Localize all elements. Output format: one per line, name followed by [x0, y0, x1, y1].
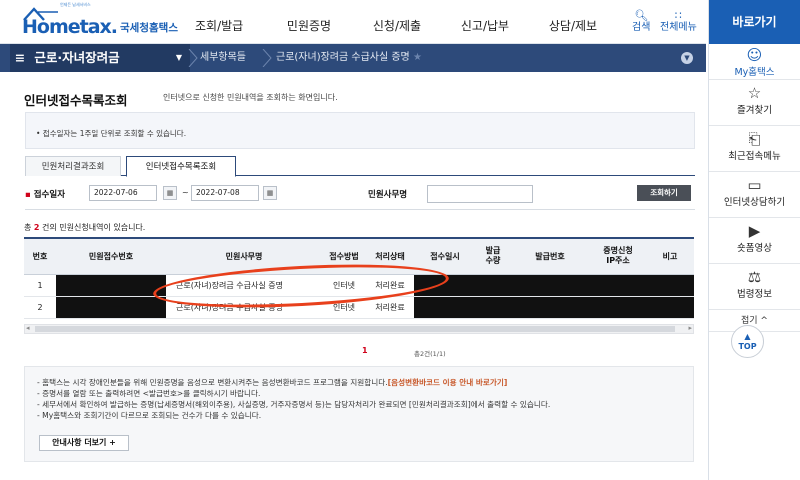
grid-icon: ∷ — [674, 9, 682, 22]
logo-tagline: 언제든 납세서비스 — [60, 2, 91, 7]
quick-menu: 바로가기 ☺ My홈택스 ☆ 즐겨찾기 ⎗ 최근접속메뉴 ▭ 인터넷상담하기 ▶… — [708, 0, 800, 480]
gnb-item-certificate[interactable]: 민원증명 — [265, 0, 353, 44]
caret-down-icon: ▼ — [175, 53, 182, 62]
top-label: TOP — [738, 342, 757, 351]
pagination-info: 총2건(1/1) — [414, 350, 446, 358]
tab-internet-receipt-list[interactable]: 인터넷접수목록조회 — [126, 156, 236, 177]
column-header: 증명신청 IP주소 — [590, 237, 646, 275]
top-header: 언제든 납세서비스 Hometax. 국세청홈택스 조회/발급 민원증명 신청/… — [0, 0, 706, 44]
column-header: 발급 수량 — [476, 237, 510, 275]
row-number: 2 — [24, 296, 56, 319]
category-label: 근로·자녀장려금 — [34, 50, 120, 65]
gnb-item-apply[interactable]: 신청/제출 — [353, 0, 441, 44]
quick-item-shortform[interactable]: ▶ 숏폼영상 — [709, 218, 800, 264]
logo-subtitle: 국세청홈택스 — [120, 22, 178, 34]
info-line: - 세무서에서 확인하여 발급하는 증명(납세증명서(해외이주용), 사실증명,… — [37, 400, 551, 409]
quick-item-favorites[interactable]: ☆ 즐겨찾기 — [709, 80, 800, 126]
date-to-input[interactable]: 2022-07-08 — [191, 185, 259, 201]
hamburger-icon: ≡ — [14, 50, 26, 65]
civil-name-label: 민원사무명 — [368, 190, 408, 200]
person-icon: ☺ — [746, 46, 763, 64]
result-count: 총 2 건의 민원신청내역이 있습니다. — [24, 223, 146, 232]
chevron-down-icon[interactable]: ▼ — [681, 52, 693, 64]
quick-item-label: 숏폼영상 — [737, 243, 772, 254]
search-form: ▪ 접수일자 2022-07-06 ▦ ~ 2022-07-08 ▦ 민원사무명… — [25, 178, 695, 210]
voice-barcode-link[interactable]: [음성변환바코드 이용 안내 바로가기] — [388, 378, 508, 387]
page-title: 인터넷접수목록조회 — [24, 93, 128, 108]
pagination-current[interactable]: 1 — [362, 346, 368, 355]
quick-item-my-hometax[interactable]: ☺ My홈택스 — [709, 44, 800, 80]
calendar-icon[interactable]: ▦ — [263, 186, 277, 200]
civil-name-input[interactable] — [427, 185, 533, 203]
info-line: - 홈택스는 시각 장애인분들을 위해 민원증명을 음성으로 변환시켜주는 음성… — [37, 378, 508, 387]
quick-item-online-consult[interactable]: ▭ 인터넷상담하기 — [709, 172, 800, 218]
info-line: - My홈택스와 조회기간이 다르므로 조회되는 건수가 다를 수 있습니다. — [37, 411, 262, 420]
redacted-cell — [414, 274, 694, 297]
redacted-cell — [414, 296, 694, 319]
quick-item-label: My홈택스 — [734, 67, 775, 78]
calendar-icon[interactable]: ▦ — [163, 186, 177, 200]
quick-item-label: 즐겨찾기 — [737, 105, 772, 116]
page-description: 인터넷으로 신청한 민원내역을 조회하는 화면입니다. — [163, 93, 338, 102]
row-number: 1 — [24, 274, 56, 297]
quick-item-label: 최근접속메뉴 — [728, 151, 781, 162]
favorite-star-icon[interactable]: ★ — [413, 52, 422, 63]
gnb-item-consult[interactable]: 상담/제보 — [529, 0, 617, 44]
quick-item-label: 인터넷상담하기 — [723, 197, 786, 208]
date-from-input[interactable]: 2022-07-06 — [89, 185, 157, 201]
quick-item-law[interactable]: ⚖ 법령정보 — [709, 264, 800, 310]
date-range-separator: ~ — [182, 188, 189, 197]
info-box: - 홈택스는 시각 장애인분들을 위해 민원증명을 음성으로 변환시켜주는 음성… — [24, 366, 694, 462]
quick-item-label: 법령정보 — [737, 289, 772, 300]
search-label: 검색 — [632, 22, 651, 33]
redacted-cell — [56, 274, 166, 297]
breadcrumb-separator-icon — [188, 49, 198, 67]
allmenu-label: 전체메뉴 — [660, 22, 697, 33]
sub-nav-bar: ≡ 근로·자녀장려금 ▼ 세부항목들 근로(자녀)장려금 수급사실 증명 ★ ▼ — [0, 44, 706, 72]
category-dropdown[interactable]: ≡ 근로·자녀장려금 ▼ — [10, 44, 190, 72]
search-button[interactable]: 🔍︎ 검색 — [632, 10, 650, 34]
gavel-icon: ⚖ — [747, 268, 762, 286]
tab-result-inquiry[interactable]: 민원처리결과조회 — [25, 156, 121, 176]
notice-box: • 접수일자는 1주일 단위로 조회할 수 있습니다. — [25, 112, 695, 149]
more-info-button[interactable]: 안내사항 더보기 + — [39, 435, 129, 451]
date-label: ▪ 접수일자 — [25, 190, 66, 200]
redacted-cell — [56, 296, 166, 319]
hometax-logo[interactable]: 언제든 납세서비스 Hometax. 국세청홈택스 — [22, 2, 178, 38]
chevron-up-icon: ▲ — [744, 332, 751, 341]
allmenu-button[interactable]: ∷ 전체메뉴 — [660, 10, 697, 34]
column-header: 발급번호 — [510, 237, 590, 275]
quick-item-recent[interactable]: ⎗ 최근접속메뉴 — [709, 126, 800, 172]
star-icon: ☆ — [747, 84, 762, 102]
arrow-left-icon[interactable]: ◂ — [26, 324, 30, 332]
breadcrumb-current-label: 근로(자녀)장려금 수급사실 증명 — [276, 52, 410, 63]
quick-menu-title: 바로가기 — [709, 0, 800, 44]
column-header: 번호 — [24, 237, 56, 275]
house-logo-icon — [23, 7, 58, 21]
horizontal-scrollbar[interactable]: ◂ ▸ — [24, 324, 694, 334]
gnb-item-inquiry[interactable]: 조회/발급 — [195, 0, 265, 44]
global-nav: 조회/발급 민원증명 신청/제출 신고/납부 상담/제보 — [195, 0, 617, 44]
breadcrumb-current[interactable]: 근로(자녀)장려금 수급사실 증명 ★ — [276, 44, 422, 72]
recent-icon: ⎗ — [748, 130, 761, 148]
column-header: 비고 — [646, 237, 694, 275]
arrow-right-icon[interactable]: ▸ — [688, 324, 692, 332]
breadcrumb-separator-icon — [262, 49, 272, 67]
query-button[interactable]: 조회하기 — [637, 185, 691, 201]
monitor-icon: ▭ — [747, 176, 762, 194]
scrollbar-thumb[interactable] — [35, 326, 675, 332]
gnb-item-report[interactable]: 신고/납부 — [441, 0, 529, 44]
breadcrumb-item[interactable]: 세부항목들 — [200, 44, 246, 72]
tab-bar: 민원처리결과조회 인터넷접수목록조회 — [25, 156, 695, 177]
info-line: - 증명서를 열람 또는 출력하려면 <발급번호>를 클릭하시기 바랍니다. — [37, 389, 261, 398]
scroll-top-button[interactable]: ▲ TOP — [731, 325, 764, 358]
play-icon: ▶ — [748, 222, 761, 240]
column-header: 민원접수번호 — [56, 237, 166, 275]
search-icon: 🔍︎ — [634, 9, 649, 22]
